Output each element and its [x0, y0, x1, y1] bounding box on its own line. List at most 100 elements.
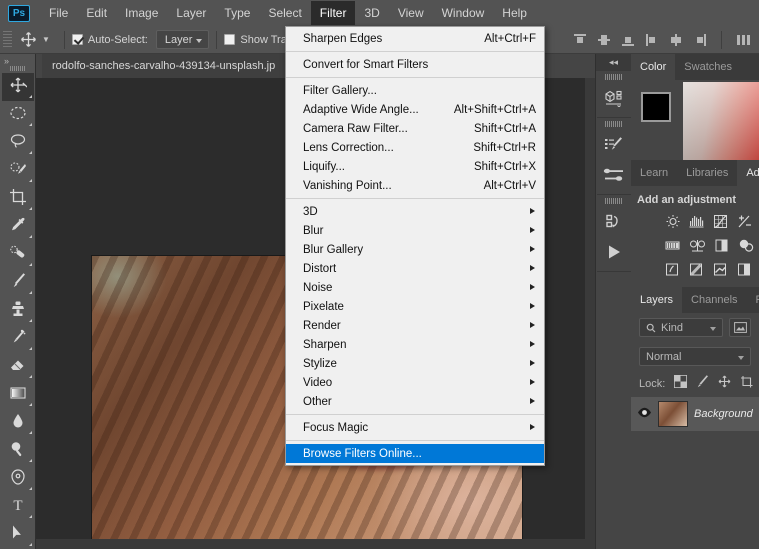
menu-item-browse-filters-online[interactable]: Browse Filters Online...: [286, 444, 544, 463]
menu-item-blur[interactable]: Blur: [286, 221, 544, 240]
tool-preset-chevron-icon[interactable]: ▼: [42, 35, 50, 44]
filter-pixel-layers-icon[interactable]: [729, 318, 751, 337]
document-tab[interactable]: rodolfo-sanches-carvalho-439134-unsplash…: [42, 54, 287, 78]
blend-mode-dropdown[interactable]: Normal: [639, 347, 751, 366]
brightness-contrast-icon[interactable]: [665, 214, 681, 229]
adjustments-sliders-icon[interactable]: [598, 160, 630, 190]
channel-mixer-icon[interactable]: [713, 262, 729, 277]
menu-item-vanishing-point[interactable]: Vanishing Point... Alt+Ctrl+V: [286, 176, 544, 195]
gradient-map-icon[interactable]: [689, 262, 705, 277]
crop-tool[interactable]: [2, 185, 34, 213]
curves-icon[interactable]: [713, 214, 729, 229]
invert-icon[interactable]: [737, 262, 753, 277]
pen-tool[interactable]: [2, 465, 34, 493]
canvas-vertical-scrollbar[interactable]: [585, 78, 595, 549]
tab-layers[interactable]: Layers: [631, 287, 683, 313]
canvas-horizontal-scrollbar[interactable]: [36, 539, 595, 549]
tab-pa[interactable]: Pa: [747, 287, 759, 313]
history-icon[interactable]: [598, 207, 630, 237]
dodge-tool[interactable]: [2, 437, 34, 465]
eyedropper-tool[interactable]: [2, 213, 34, 241]
menu-item-sharpen-edges[interactable]: Sharpen Edges Alt+Ctrl+F: [286, 29, 544, 48]
options-bar-grip[interactable]: [3, 30, 12, 49]
move-tool[interactable]: [1, 73, 34, 101]
menu-item-other[interactable]: Other: [286, 392, 544, 411]
move-tool-icon[interactable]: [16, 28, 40, 52]
menu-item-pixelate[interactable]: Pixelate: [286, 297, 544, 316]
menu-item-lens-correction[interactable]: Lens Correction... Shift+Ctrl+R: [286, 138, 544, 157]
lasso-tool[interactable]: [2, 129, 34, 157]
layer-kind-filter-dropdown[interactable]: Kind: [639, 318, 723, 337]
gradient-tool[interactable]: [2, 381, 34, 409]
layer-visibility-eye-icon[interactable]: [637, 405, 652, 423]
eraser-tool[interactable]: [2, 353, 34, 381]
type-tool[interactable]: T: [2, 493, 34, 521]
toolbar-grip[interactable]: [9, 66, 26, 71]
tab-learn[interactable]: Learn: [631, 160, 677, 186]
vibrance-icon[interactable]: [665, 238, 681, 253]
history-brush-tool[interactable]: [2, 325, 34, 353]
menu-filter[interactable]: Filter: [310, 1, 356, 25]
lock-position-icon[interactable]: [718, 375, 731, 393]
menu-item-focus-magic[interactable]: Focus Magic: [286, 418, 544, 437]
menu-view[interactable]: View: [389, 1, 433, 25]
brush-settings-icon[interactable]: [598, 130, 630, 160]
elliptical-marquee-tool[interactable]: [2, 101, 34, 129]
tab-channels[interactable]: Channels: [682, 287, 746, 313]
menu-item-filter-gallery[interactable]: Filter Gallery...: [286, 81, 544, 100]
dock-grip-2[interactable]: [605, 121, 622, 127]
distribute-icon[interactable]: [733, 30, 753, 50]
menu-help[interactable]: Help: [493, 1, 536, 25]
show-transform-check-box-icon[interactable]: [224, 34, 236, 45]
menu-type[interactable]: Type: [215, 1, 259, 25]
color-balance-icon[interactable]: [689, 238, 706, 253]
menu-item-render[interactable]: Render: [286, 316, 544, 335]
menu-edit[interactable]: Edit: [77, 1, 116, 25]
path-selection-tool[interactable]: [2, 521, 34, 549]
auto-select-checkbox[interactable]: Auto-Select:: [71, 34, 148, 46]
align-left-edges-icon[interactable]: [642, 30, 662, 50]
menu-item-3d[interactable]: 3D: [286, 202, 544, 221]
black-white-icon[interactable]: [714, 238, 730, 253]
align-top-edges-icon[interactable]: [570, 30, 590, 50]
align-vertical-centers-icon[interactable]: [594, 30, 614, 50]
toolbar-expand-button[interactable]: »: [0, 56, 35, 66]
brush-tool[interactable]: [2, 269, 34, 297]
tab-adj[interactable]: Adj: [737, 160, 759, 186]
hue-saturation-icon[interactable]: [665, 262, 681, 277]
auto-select-check-box-icon[interactable]: [71, 34, 83, 45]
menu-3d[interactable]: 3D: [355, 1, 388, 25]
menu-item-camera-raw-filter[interactable]: Camera Raw Filter... Shift+Ctrl+A: [286, 119, 544, 138]
dock-grip-3[interactable]: [605, 198, 622, 204]
foreground-color-swatch[interactable]: [641, 92, 671, 122]
levels-icon[interactable]: [689, 214, 705, 229]
menu-window[interactable]: Window: [433, 1, 494, 25]
lock-image-pixels-icon[interactable]: [696, 375, 709, 393]
lock-artboard-icon[interactable]: [740, 375, 753, 393]
align-horizontal-centers-icon[interactable]: [666, 30, 686, 50]
tab-color[interactable]: Color: [631, 54, 676, 80]
menu-item-stylize[interactable]: Stylize: [286, 354, 544, 373]
clone-stamp-tool[interactable]: [2, 297, 34, 325]
lock-transparent-pixels-icon[interactable]: [674, 375, 688, 393]
tab-libraries[interactable]: Libraries: [677, 160, 737, 186]
align-right-edges-icon[interactable]: [690, 30, 710, 50]
menu-item-noise[interactable]: Noise: [286, 278, 544, 297]
quick-selection-tool[interactable]: [2, 157, 34, 185]
menu-item-blur-gallery[interactable]: Blur Gallery: [286, 240, 544, 259]
tab-swatches[interactable]: Swatches: [675, 54, 741, 80]
photo-filter-icon[interactable]: [738, 238, 755, 253]
dock-grip-1[interactable]: [605, 74, 622, 80]
collapse-panels-icon[interactable]: ◂◂: [595, 54, 632, 71]
align-bottom-edges-icon[interactable]: [618, 30, 638, 50]
menu-image[interactable]: Image: [116, 1, 167, 25]
menu-select[interactable]: Select: [259, 1, 310, 25]
color-ramp-picker[interactable]: [683, 82, 759, 160]
menu-item-sharpen[interactable]: Sharpen: [286, 335, 544, 354]
filter-dropdown-menu[interactable]: Sharpen Edges Alt+Ctrl+F Convert for Smart…: [285, 26, 545, 466]
layer-row[interactable]: Background: [631, 397, 759, 431]
play-action-icon[interactable]: [598, 237, 630, 267]
menu-file[interactable]: File: [40, 1, 77, 25]
show-transform-checkbox[interactable]: Show Tran: [224, 34, 293, 46]
menu-item-convert-for-smart-filters[interactable]: Convert for Smart Filters: [286, 55, 544, 74]
